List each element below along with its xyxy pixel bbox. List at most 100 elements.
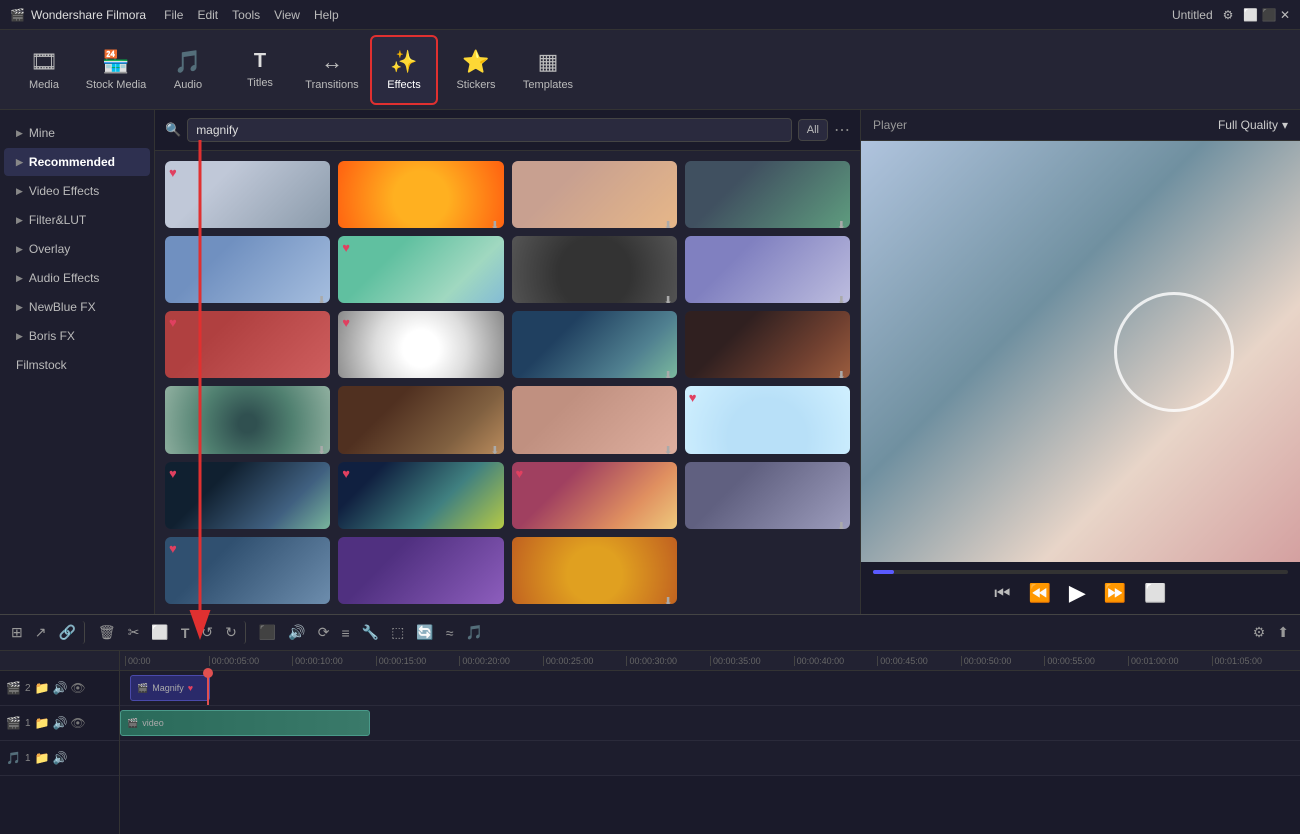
menu-tools[interactable]: Tools — [232, 8, 260, 22]
v1-folder-icon[interactable]: 📁 — [35, 716, 50, 730]
play-button[interactable]: ▶ — [1069, 580, 1086, 606]
filter-all-button[interactable]: All — [798, 119, 828, 141]
playhead[interactable] — [207, 671, 209, 705]
track-a1-content[interactable] — [120, 741, 1300, 776]
timeline-tracks[interactable]: 00:00 00:00:05:00 00:00:10:00 00:00:15:0… — [120, 651, 1300, 834]
effect-card-heartclose[interactable]: ♥Heart Close — [685, 386, 850, 453]
tl-effect-button[interactable]: 🔧 — [359, 621, 382, 644]
tl-transform-button[interactable]: ⬚ — [388, 621, 407, 644]
effect-card-equalize[interactable]: ⬇Equalize — [685, 311, 850, 378]
sidebar-item-filmstock[interactable]: Filmstock — [4, 351, 150, 379]
preview-progress-bar[interactable] — [873, 570, 1288, 574]
effect-card-extra1[interactable]: ♥... — [165, 537, 330, 604]
menu-file[interactable]: File — [164, 8, 183, 22]
sidebar-item-filter-lut[interactable]: ▶ Filter&LUT — [4, 206, 150, 234]
effect-card-bigroom[interactable]: ⬇Big Room — [165, 386, 330, 453]
fast-forward-button[interactable]: ⏩ — [1104, 583, 1126, 604]
effect-card-extra3[interactable]: ⬇... — [512, 537, 677, 604]
sidebar-item-video-effects[interactable]: ▶ Video Effects — [4, 177, 150, 205]
sidebar-item-newblue-fx[interactable]: ▶ NewBlue FX — [4, 293, 150, 321]
effect-card-magnify[interactable]: ♥Magnify — [165, 161, 330, 228]
sidebar-item-overlay[interactable]: ▶ Overlay — [4, 235, 150, 263]
tl-cut-button[interactable]: ✂ — [125, 621, 143, 644]
tl-clip-button[interactable]: ⬛ — [256, 621, 279, 644]
effect-card-comicspeed[interactable]: ♥Comic Speedlines Pac... — [338, 311, 503, 378]
tl-audio-button[interactable]: 🎵 — [462, 621, 485, 644]
tl-redo-button[interactable]: ↻ — [222, 621, 246, 644]
tl-keyframe-button[interactable]: ≡ — [339, 622, 353, 644]
effect-clip-magnify[interactable]: 🎬 Magnify ♥ — [130, 675, 210, 701]
v2-folder-icon[interactable]: 📁 — [35, 681, 50, 695]
tl-speed-button[interactable]: 🔊 — [285, 621, 308, 644]
boris-arrow-icon: ▶ — [16, 331, 23, 342]
v2-eye-icon[interactable]: 👁 — [70, 681, 85, 695]
toolbar-effects[interactable]: ✨ Effects — [370, 35, 438, 105]
more-options-icon[interactable]: ⋯ — [834, 120, 850, 140]
skip-back-button[interactable]: ⏮ — [994, 583, 1010, 604]
search-input[interactable] — [187, 118, 792, 142]
v1-audio-icon[interactable]: 🔊 — [52, 716, 67, 730]
ruler-mark: 00:00 — [125, 656, 209, 666]
effect-card-beautify[interactable]: ⬇Beautify — [512, 386, 677, 453]
toolbar-titles[interactable]: T Titles — [226, 35, 294, 105]
tl-audio-duck-button[interactable]: 🔄 — [413, 621, 436, 644]
tl-color-button[interactable]: ⟳ — [315, 621, 333, 644]
quality-chevron-icon: ▾ — [1282, 118, 1288, 132]
tl-link-button[interactable]: 🔗 — [55, 621, 84, 644]
tl-text-button[interactable]: T — [178, 622, 193, 644]
effect-card-scale2[interactable]: ⬇Scale — [512, 161, 677, 228]
effect-card-travelmag[interactable]: ⬇Travel Magazine Overl... — [338, 386, 503, 453]
effect-card-scale1[interactable]: ⬇Scale — [338, 161, 503, 228]
tl-stabilize-button[interactable]: ≈ — [443, 622, 457, 644]
toolbar-stock-media[interactable]: 🏪 Stock Media — [82, 35, 150, 105]
track-v1-content[interactable]: 🎬 video — [120, 706, 1300, 741]
sidebar-item-boris-fx[interactable]: ▶ Boris FX — [4, 322, 150, 350]
a1-folder-icon[interactable]: 📁 — [35, 751, 50, 765]
tl-crop-button[interactable]: ⬜ — [148, 621, 171, 644]
track-v2-content[interactable]: 🎬 Magnify ♥ — [120, 671, 1300, 706]
effect-card-japanesespeed[interactable]: ♥Japanese Speedline Pa... — [512, 462, 677, 529]
effect-card-digitalslide[interactable]: ⬇Digital Slideshow Over... — [512, 236, 677, 303]
a1-audio-icon[interactable]: 🔊 — [52, 751, 67, 765]
menu-edit[interactable]: Edit — [197, 8, 218, 22]
tl-snap-button[interactable]: ↗ — [32, 621, 50, 644]
effect-card-rowclose[interactable]: ♥Row Close — [165, 311, 330, 378]
sidebar-overlay-label: Overlay — [29, 242, 70, 256]
sidebar-item-audio-effects[interactable]: ▶ Audio Effects — [4, 264, 150, 292]
video-clip[interactable]: 🎬 video — [120, 710, 370, 736]
menu-help[interactable]: Help — [314, 8, 339, 22]
effect-card-edgescale[interactable]: ⬇Edge Scale — [685, 236, 850, 303]
toolbar-templates[interactable]: ▦ Templates — [514, 35, 582, 105]
effect-thumb-magnify: ♥ — [165, 161, 330, 228]
effect-card-aihightech[interactable]: ♥AI High Tech Pack Ove... — [165, 462, 330, 529]
tl-delete-button[interactable]: 🗑 — [95, 621, 119, 644]
v2-audio-icon[interactable]: 🔊 — [52, 681, 67, 695]
toolbar-audio[interactable]: 🎵 Audio — [154, 35, 222, 105]
effect-card-chromatic[interactable]: ♥Chromatic Zoom — [338, 236, 503, 303]
toolbar-media[interactable]: 🎞 Media — [10, 35, 78, 105]
sidebar-item-mine[interactable]: ▶ Mine — [4, 119, 150, 147]
tl-grid-button[interactable]: ⊞ — [8, 621, 26, 644]
effect-card-abstractdyn[interactable]: ♥Abstract Dynamic Ove... — [338, 462, 503, 529]
effects-panel: 🔍 All ⋯ ♥Magnify⬇Scale⬇Scale⬇Audio-Drive… — [155, 110, 860, 614]
effect-card-autoenhance[interactable]: ⬇Auto Enhance — [512, 311, 677, 378]
tl-zoom-out-button[interactable]: ⬆ — [1274, 621, 1292, 644]
effect-card-audiozoom[interactable]: ⬇Audio-Driven Zoom — [685, 161, 850, 228]
tl-undo-button[interactable]: ↺ — [198, 621, 216, 644]
effect-card-extra2[interactable]: ... — [338, 537, 503, 604]
effect-thumb-edgescale: ⬇ — [685, 236, 850, 303]
quality-select[interactable]: Full Quality ▾ — [1218, 118, 1288, 132]
toolbar-transitions[interactable]: ↔ Transitions — [298, 35, 366, 105]
effect-fav-heartclose: ♥ — [689, 390, 697, 405]
toolbar-stickers[interactable]: ⭐ Stickers — [442, 35, 510, 105]
menu-view[interactable]: View — [274, 8, 300, 22]
effect-card-enlarge[interactable]: ⬇Enlarge — [165, 236, 330, 303]
preview-video — [861, 141, 1300, 562]
rewind-button[interactable]: ⏪ — [1029, 583, 1051, 604]
v1-eye-icon[interactable]: 👁 — [70, 716, 85, 730]
fullscreen-button[interactable]: ⬜ — [1144, 583, 1166, 604]
effect-card-lighteffect[interactable]: ⬇Light Effect 06 — [685, 462, 850, 529]
tl-settings-button[interactable]: ⚙ — [1250, 621, 1269, 644]
sidebar-item-recommended[interactable]: ▶ Recommended — [4, 148, 150, 176]
project-settings-icon[interactable]: ⚙ — [1223, 8, 1234, 22]
